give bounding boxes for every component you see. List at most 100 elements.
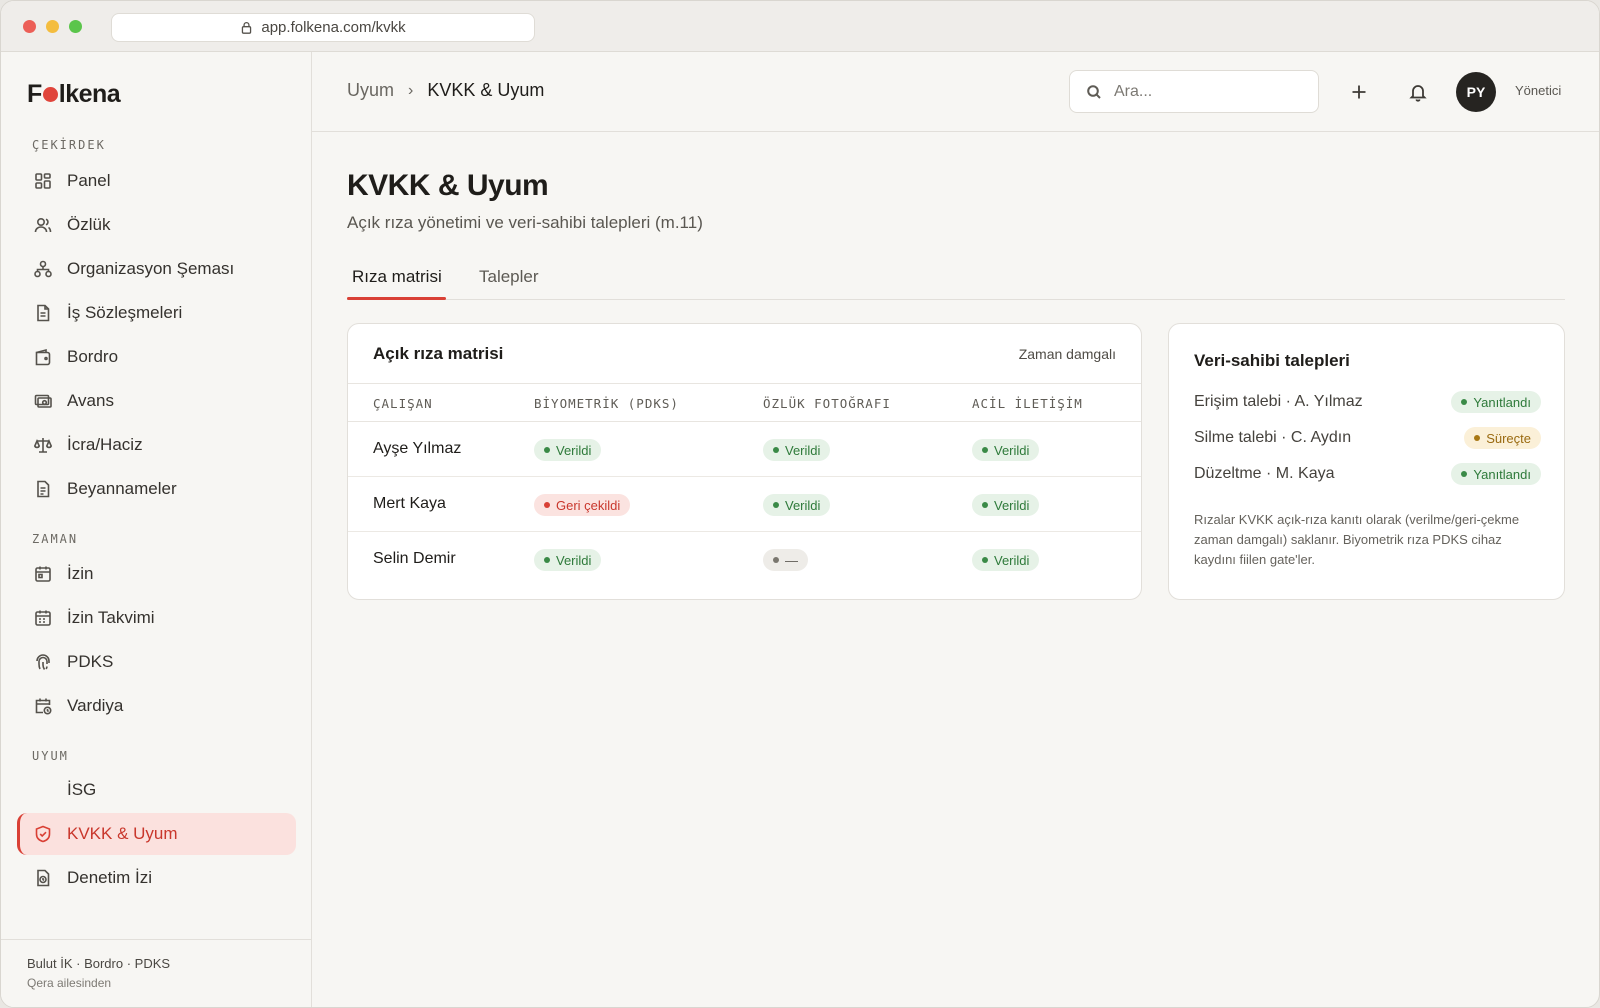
sidebar-item-leave-calendar[interactable]: İzin Takvimi: [17, 597, 296, 639]
user-avatar[interactable]: PY: [1456, 72, 1496, 112]
column-header-emergency: ACİL İLETİŞİM: [972, 396, 1083, 411]
status-badge[interactable]: Verildi: [534, 549, 602, 571]
logo-text-start: F: [27, 80, 42, 108]
status-badge: Süreçte: [1464, 427, 1541, 449]
shield-check-icon: [35, 825, 51, 843]
status-dot-icon: [544, 447, 550, 453]
status-label: Yanıtlandı: [1473, 466, 1531, 482]
fingerprint-icon: [36, 654, 50, 670]
sidebar-item-label: İzin: [67, 564, 94, 583]
tab-bar: Rıza matrisi Talepler: [347, 255, 1565, 300]
calendar-grid-icon: [35, 610, 51, 626]
request-description: Silme talebi · C. Aydın: [1194, 429, 1352, 446]
plus-icon: [1352, 85, 1366, 99]
wallet-icon: [35, 348, 51, 366]
sidebar-item-label: PDKS: [67, 652, 114, 671]
request-type: Erişim talebi: [1194, 393, 1282, 410]
status-badge[interactable]: Verildi: [763, 494, 831, 516]
maximize-window-button[interactable]: [69, 20, 82, 33]
sidebar-section-compliance: UYUM: [32, 749, 69, 763]
column-header-photo: ÖZLÜK FOTOĞRAFI: [763, 396, 891, 411]
status-badge[interactable]: —: [763, 549, 808, 571]
table-row[interactable]: Mert Kaya Geri çekildi Verildi Verildi: [348, 477, 1141, 532]
status-badge[interactable]: Verildi: [972, 439, 1040, 461]
status-badge[interactable]: Geri çekildi: [534, 494, 631, 516]
sidebar-item-leave[interactable]: İzin: [17, 553, 296, 595]
table-row[interactable]: Ayşe Yılmaz Verildi Verildi Verildi: [348, 422, 1141, 477]
sidebar-item-label: Beyannameler: [67, 479, 177, 498]
tab-consent-matrix[interactable]: Rıza matrisi: [352, 267, 442, 287]
status-badge[interactable]: Verildi: [763, 439, 831, 461]
status-dot-icon: [982, 502, 988, 508]
status-dot-icon: [544, 557, 550, 563]
request-item[interactable]: Silme talebi · C. Aydın Süreçte: [1194, 425, 1541, 451]
sidebar-section-time: ZAMAN: [32, 532, 79, 546]
employee-name: Ayşe Yılmaz: [373, 440, 462, 457]
tab-requests[interactable]: Talepler: [479, 267, 539, 287]
notifications-button[interactable]: [1404, 78, 1432, 106]
sidebar-item-declarations[interactable]: Beyannameler: [17, 468, 296, 510]
requests-title: Veri-sahibi talepleri: [1194, 351, 1350, 370]
consent-matrix-title: Açık rıza matrisi: [373, 344, 504, 363]
column-header-employee: ÇALIŞAN: [373, 396, 433, 411]
sidebar-item-label: Bordro: [67, 347, 119, 366]
sidebar-item-label: İcra/Haciz: [67, 435, 143, 454]
breadcrumb-uyum[interactable]: Uyum: [347, 80, 394, 101]
status-badge: Yanıtlandı: [1451, 463, 1541, 485]
request-item[interactable]: Düzeltme · M. Kaya Yanıtlandı: [1194, 461, 1541, 487]
browser-chrome: app.folkena.com/kvkk: [1, 1, 1599, 52]
request-type: Düzeltme: [1194, 465, 1262, 482]
minimize-window-button[interactable]: [46, 20, 59, 33]
breadcrumb: Uyum › KVKK & Uyum: [347, 80, 544, 101]
status-label: Verildi: [556, 552, 592, 568]
cash-icon: [34, 394, 52, 408]
employee-name: Mert Kaya: [373, 495, 446, 512]
request-description: Düzeltme · M. Kaya: [1194, 465, 1335, 482]
status-dot-icon: [982, 557, 988, 563]
sidebar-item-isg[interactable]: İSG: [17, 769, 296, 811]
sidebar-item-shift[interactable]: Vardiya: [17, 685, 296, 727]
audit-log-icon: [37, 869, 50, 887]
sidebar-item-label: KVKK & Uyum: [67, 824, 178, 843]
table-row[interactable]: Selin Demir Verildi — Verildi: [348, 532, 1141, 587]
request-item[interactable]: Erişim talebi · A. Yılmaz Yanıtlandı: [1194, 389, 1541, 415]
consent-matrix-card: Açık rıza matrisi Zaman damgalı ÇALIŞAN …: [347, 323, 1142, 600]
sidebar-item-ozluk[interactable]: Özlük: [17, 204, 296, 246]
add-button[interactable]: [1345, 78, 1373, 106]
sidebar-item-pdks[interactable]: PDKS: [17, 641, 296, 683]
close-window-button[interactable]: [23, 20, 36, 33]
sidebar-item-payroll[interactable]: Bordro: [17, 336, 296, 378]
sidebar-item-label: Vardiya: [67, 696, 124, 715]
search-icon: [1087, 84, 1101, 99]
url-text: app.folkena.com/kvkk: [261, 19, 406, 36]
request-type: Silme talebi: [1194, 429, 1277, 446]
sidebar-item-label: Özlük: [67, 215, 111, 234]
brand-logo[interactable]: Flkena: [27, 80, 121, 109]
footer-products: Bulut İK · Bordro · PDKS: [27, 956, 171, 971]
sidebar-item-label: Organizasyon Şeması: [67, 259, 235, 278]
page-title: KVKK & Uyum: [347, 169, 549, 202]
footer-family: Qera ailesinden: [27, 976, 112, 990]
sidebar-item-panel[interactable]: Panel: [17, 160, 296, 202]
sidebar-item-contracts[interactable]: İş Sözleşmeleri: [17, 292, 296, 334]
sidebar-item-garnishment[interactable]: İcra/Haciz: [17, 424, 296, 466]
search-input[interactable]: [1114, 82, 1294, 101]
dashboard-icon: [35, 173, 51, 189]
status-badge[interactable]: Verildi: [972, 549, 1040, 571]
status-label: Yanıtlandı: [1473, 394, 1531, 410]
table-header: ÇALIŞAN BİYOMETRİK (PDKS) ÖZLÜK FOTOĞRAF…: [348, 383, 1141, 422]
sidebar-item-kvkk[interactable]: KVKK & Uyum: [17, 813, 296, 855]
sidebar-item-advance[interactable]: Avans: [17, 380, 296, 422]
status-dot-icon: [773, 557, 779, 563]
search-box[interactable]: [1069, 70, 1319, 113]
file-text-icon: [37, 480, 50, 498]
status-label: Verildi: [556, 442, 592, 458]
timestamped-label: Zaman damgalı: [1018, 346, 1116, 362]
sidebar-item-label: İzin Takvimi: [67, 608, 155, 627]
status-badge[interactable]: Verildi: [534, 439, 602, 461]
status-dot-icon: [544, 502, 550, 508]
status-badge[interactable]: Verildi: [972, 494, 1040, 516]
sidebar-item-audit[interactable]: Denetim İzi: [17, 857, 296, 899]
sidebar-item-org-chart[interactable]: Organizasyon Şeması: [17, 248, 296, 290]
address-bar[interactable]: app.folkena.com/kvkk: [111, 13, 535, 42]
